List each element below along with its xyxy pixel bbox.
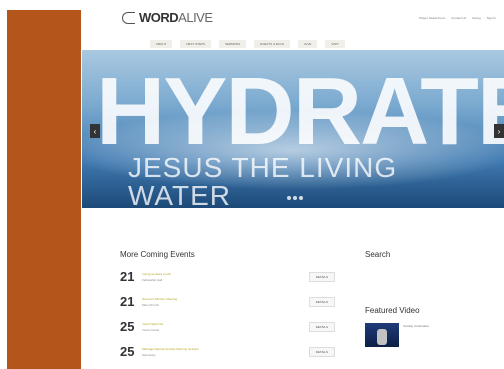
event-meta: Main Church — [142, 302, 160, 307]
nav-item-sermons[interactable]: Sermons — [218, 40, 247, 48]
event-details-button[interactable]: DETAILS — [308, 271, 335, 282]
search-heading: Search — [365, 250, 391, 259]
utility-links: Prayer Needs Form Contact Us Giving Sign… — [419, 16, 496, 20]
nav-item-give[interactable]: Give — [298, 40, 318, 48]
event-day: 21 — [120, 269, 135, 284]
carousel-next-icon[interactable]: › — [494, 124, 504, 138]
carousel-prev-icon[interactable]: ‹ — [90, 124, 100, 138]
featured-video-heading: Featured Video — [365, 306, 420, 315]
utility-link-prayer[interactable]: Prayer Needs Form — [419, 16, 445, 20]
nav-item-next-steps[interactable]: Next Steps — [180, 40, 211, 48]
site-logo[interactable]: WORDALIVE — [122, 10, 213, 25]
nav-item-events-blog[interactable]: Events & Blog — [254, 40, 291, 48]
utility-link-signin[interactable]: Sign In — [487, 16, 496, 20]
event-row: 21 Young at Heart Lunch Fellowship Hall … — [120, 269, 335, 284]
carousel-dots — [287, 196, 303, 200]
carousel-dot[interactable] — [293, 196, 297, 200]
logo-word-light: ALIVE — [178, 10, 213, 25]
utility-link-contact[interactable]: Contact Us — [451, 16, 466, 20]
event-row: 25 Marriage Retreat Sunday Morning Sessi… — [120, 344, 335, 359]
event-title-link[interactable]: Youth Night Out — [142, 322, 301, 326]
event-meta: Sanctuary — [142, 352, 156, 357]
event-day: 25 — [120, 344, 135, 359]
event-row: 25 Youth Night Out Youth Center DETAILS — [120, 319, 335, 334]
carousel-dot[interactable] — [287, 196, 291, 200]
hero-banner[interactable]: HYDRATE JESUS THE LIVING WATER ‹ › — [82, 50, 504, 208]
nav-item-visit[interactable]: Visit — [325, 40, 345, 48]
speaker-figure — [377, 329, 387, 345]
event-meta: Fellowship Hall — [142, 277, 163, 282]
event-title-link[interactable]: Marriage Retreat Sunday Morning Session — [142, 347, 301, 351]
web-page: WORDALIVE Prayer Needs Form Contact Us G… — [82, 0, 504, 369]
event-title-link[interactable]: Women's Ministry Meeting — [142, 297, 301, 301]
hero-subtitle: JESUS THE LIVING WATER — [128, 152, 398, 209]
top-bar: WORDALIVE Prayer Needs Form Contact Us G… — [82, 0, 504, 36]
search-input[interactable] — [365, 267, 504, 285]
left-sidebar-band — [7, 10, 81, 369]
event-details-button[interactable]: DETAILS — [308, 346, 335, 357]
hero-title: HYDRATE — [96, 58, 504, 165]
event-details-button[interactable]: DETAILS — [308, 321, 335, 332]
event-details-button[interactable]: DETAILS — [308, 296, 335, 307]
events-heading: More Coming Events — [120, 250, 195, 259]
event-meta: Youth Center — [142, 327, 160, 332]
carousel-dot[interactable] — [299, 196, 303, 200]
logo-word-bold: WORD — [139, 10, 179, 25]
search-section: Search ⌕ — [365, 250, 504, 285]
event-row: 21 Women's Ministry Meeting Main Church … — [120, 294, 335, 309]
event-day: 21 — [120, 294, 135, 309]
nav-item-about[interactable]: About — [150, 40, 173, 48]
event-day: 25 — [120, 319, 135, 334]
video-thumbnail[interactable] — [365, 323, 399, 347]
video-caption[interactable]: Sunday Celebration — [403, 324, 429, 328]
events-section: More Coming Events 21 Young at Heart Lun… — [120, 250, 335, 369]
main-nav: About Next Steps Sermons Events & Blog G… — [150, 40, 345, 48]
featured-video-section: Featured Video Sunday Celebration — [365, 306, 485, 347]
event-title-link[interactable]: Young at Heart Lunch — [142, 272, 301, 276]
utility-link-giving[interactable]: Giving — [472, 16, 481, 20]
logo-mark-icon — [122, 11, 135, 24]
